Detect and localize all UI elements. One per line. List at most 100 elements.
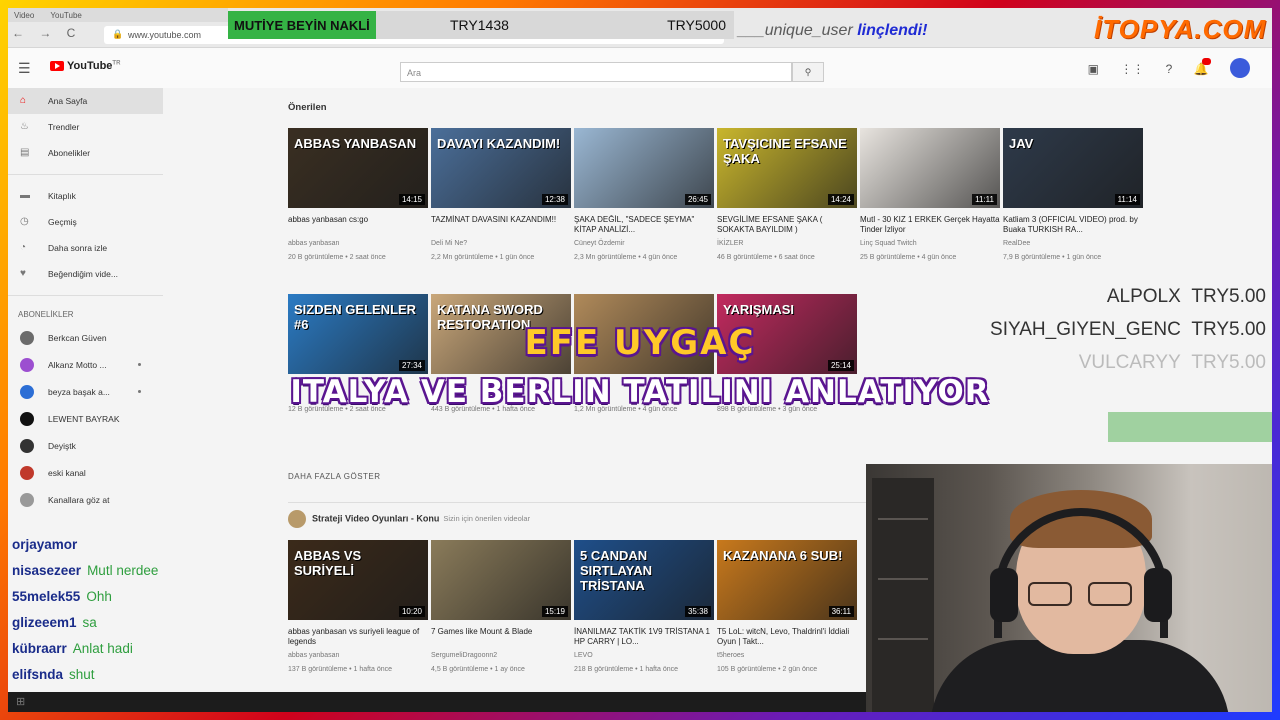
notification-badge bbox=[1202, 58, 1211, 65]
video-thumbnail[interactable]: ABBAS VS SURİYELİ 10:20 bbox=[288, 540, 428, 620]
video-meta: 7,9 B görüntüleme • 1 gün önce bbox=[1003, 254, 1102, 261]
video-channel[interactable]: Deli Mi Ne? bbox=[431, 239, 571, 249]
video-channel[interactable]: Linç Squad Twitch bbox=[860, 239, 1000, 249]
video-title[interactable]: T5 LoL: witcN, Levo, Thaldrinl'i İddiali… bbox=[717, 627, 857, 647]
ban-notice: ___unique_user linçlendi! bbox=[738, 22, 927, 40]
chat-message: kübraarr Anlat hadi bbox=[12, 636, 158, 662]
taskbar: ⊞ bbox=[8, 692, 866, 712]
video-title[interactable]: SEVGİLİME EFSANE ŞAKA ( SOKAKTA BAYILDIM… bbox=[717, 215, 857, 235]
thumbnail-caption: 5 CANDAN SIRTLAYAN TRİSTANA bbox=[580, 548, 653, 593]
help-icon[interactable]: ? bbox=[1166, 62, 1173, 76]
sidebar-item-subscriptions[interactable]: ▤ Abonelikler bbox=[8, 140, 163, 166]
donation-current: TRY1438 bbox=[450, 17, 509, 33]
logo-text: YouTube bbox=[67, 60, 113, 72]
section-title[interactable]: Strateji Video Oyunları - Konu bbox=[312, 513, 439, 523]
video-channel[interactable]: abbas yanbasan bbox=[288, 239, 428, 249]
thumbnail-caption: ABBAS YANBASAN bbox=[294, 136, 417, 151]
stream-banner: MUTİYE BEYİN NAKLİ bbox=[228, 11, 376, 39]
video-thumbnail[interactable]: 15:19 bbox=[431, 540, 571, 620]
thumbnail-caption: DAVAYI KAZANDIM! bbox=[437, 136, 561, 151]
video-card[interactable]: 5 CANDAN SIRTLAYAN TRİSTANA 35:38 İNANILMA… bbox=[574, 540, 714, 675]
avatar bbox=[20, 439, 34, 453]
search-input[interactable]: Ara bbox=[400, 62, 792, 82]
video-channel[interactable]: abbas yanbasan bbox=[288, 651, 428, 661]
sidebar-subscription[interactable]: LEWENT BAYRAK bbox=[8, 406, 163, 433]
sidebar-subscription[interactable]: Deyiştk bbox=[8, 433, 163, 460]
youtube-play-icon bbox=[50, 61, 64, 72]
video-channel[interactable]: SergumeliDragoonn2 bbox=[431, 651, 571, 661]
sidebar-item-label: Daha sonra izle bbox=[48, 243, 108, 253]
sidebar-item-label: Ana Sayfa bbox=[48, 96, 88, 106]
browser-tab[interactable]: Video bbox=[14, 11, 34, 20]
video-title[interactable]: ŞAKA DEĞİL, "SADECE ŞEYMA" KİTAP ANALİZİ… bbox=[574, 215, 714, 235]
thumbnail-caption: KAZANANA 6 SUB! bbox=[723, 548, 843, 563]
video-card[interactable]: JAV 11:14 Katliam 3 (OFFICIAL VIDEO) prod.… bbox=[1003, 128, 1143, 263]
sidebar-item-trending[interactable]: ♨ Trendler bbox=[8, 114, 163, 140]
avatar bbox=[288, 510, 306, 528]
thumbnail-caption: YARIŞMASI bbox=[723, 302, 795, 317]
sponsor-logo: İTOPYA.COM bbox=[1094, 14, 1267, 44]
video-card[interactable]: KAZANANA 6 SUB! 36:11 T5 LoL: witcN, Levo,… bbox=[717, 540, 857, 675]
video-channel[interactable]: Cüneyt Özdemir bbox=[574, 239, 714, 249]
avatar[interactable] bbox=[1230, 58, 1250, 78]
video-meta: 137 B görüntüleme • 1 hafta önce bbox=[288, 666, 393, 673]
menu-icon[interactable]: ☰ bbox=[18, 60, 31, 77]
video-card[interactable]: ABBAS YANBASAN 14:15 abbas yanbasan cs:go a… bbox=[288, 128, 428, 263]
video-duration: 11:14 bbox=[1114, 194, 1140, 205]
sidebar-item-label: Beğendiğim vide... bbox=[48, 269, 118, 279]
video-channel[interactable]: t5heroes bbox=[717, 651, 857, 661]
video-duration: 11:11 bbox=[972, 194, 997, 205]
video-duration: 36:11 bbox=[828, 606, 854, 617]
video-thumbnail[interactable]: 5 CANDAN SIRTLAYAN TRİSTANA 35:38 bbox=[574, 540, 714, 620]
show-more-button[interactable]: DAHA FAZLA GÖSTER bbox=[288, 472, 381, 481]
search-icon[interactable]: ⚲ bbox=[792, 62, 824, 82]
video-channel[interactable]: LEVO bbox=[574, 651, 714, 661]
donation-target: TRY5000 bbox=[667, 17, 726, 33]
sidebar-item-home[interactable]: ⌂ Ana Sayfa bbox=[8, 88, 163, 114]
new-content-dot bbox=[138, 363, 141, 366]
chat-user: orjayamor bbox=[12, 537, 78, 552]
windows-icon[interactable]: ⊞ bbox=[16, 696, 25, 708]
url-text: www.youtube.com bbox=[128, 30, 202, 40]
video-channel[interactable]: RealDee bbox=[1003, 239, 1143, 249]
video-icon[interactable]: ▣ bbox=[1088, 62, 1099, 76]
chat-overlay: orjayamor nisasezeer Mutl nerdee 55melek5… bbox=[12, 532, 158, 688]
browser-tab-strip[interactable]: Video YouTube bbox=[8, 8, 228, 22]
video-card[interactable]: DAVAYI KAZANDIM! 12:38 TAZMİNAT DAVASINI K… bbox=[431, 128, 571, 263]
video-card[interactable]: 15:19 7 Games like Mount & Blade Sergumeli… bbox=[431, 540, 571, 675]
sidebar-item-library[interactable]: ▬ Kitaplık bbox=[8, 183, 163, 209]
video-card[interactable]: 11:11 Mutl - 30 KIZ 1 ERKEK Gerçek Hayatt… bbox=[860, 128, 1000, 263]
sidebar-subscription[interactable]: eski kanal bbox=[8, 460, 163, 487]
video-title[interactable]: abbas yanbasan vs suriyeli league of leg… bbox=[288, 627, 428, 647]
video-card[interactable]: ABBAS VS SURİYELİ 10:20 abbas yanbasan vs … bbox=[288, 540, 428, 675]
video-title[interactable]: Katliam 3 (OFFICIAL VIDEO) prod. by Buak… bbox=[1003, 215, 1143, 235]
sidebar-item-liked[interactable]: ♥ Beğendiğim vide... bbox=[8, 261, 163, 287]
subscription-label: Kanallara göz at bbox=[48, 495, 110, 505]
video-title[interactable]: TAZMİNAT DAVASINI KAZANDIM!! bbox=[431, 215, 571, 235]
browser-tab[interactable]: YouTube bbox=[50, 11, 81, 20]
donation-goal: TRY1438 TRY5000 bbox=[376, 11, 734, 39]
video-thumbnail[interactable]: KAZANANA 6 SUB! 36:11 bbox=[717, 540, 857, 620]
video-title[interactable]: 7 Games like Mount & Blade bbox=[431, 627, 571, 647]
browser-nav-buttons[interactable]: ← → C bbox=[12, 26, 81, 40]
sidebar-browse-channels[interactable]: Kanallara göz at bbox=[8, 487, 163, 514]
video-title[interactable]: İNANILMAZ TAKTİK 1V9 TRİSTANA 1 HP CARRY… bbox=[574, 627, 714, 647]
video-channel[interactable]: İKİZLER bbox=[717, 239, 857, 249]
chat-text: sa bbox=[82, 615, 97, 630]
sidebar-item-watch-later[interactable]: ◔ Daha sonra izle bbox=[8, 235, 163, 261]
video-thumbnail[interactable]: DAVAYI KAZANDIM! 12:38 bbox=[431, 128, 571, 208]
apps-icon[interactable]: ⋮⋮ bbox=[1120, 62, 1144, 76]
video-thumbnail[interactable]: JAV 11:14 bbox=[1003, 128, 1143, 208]
video-duration: 12:38 bbox=[541, 194, 568, 205]
video-card[interactable]: TAVŞICINE EFSANE ŞAKA 14:24 SEVGİLİME EFSA… bbox=[717, 128, 857, 263]
youtube-logo[interactable]: YouTubeTR bbox=[50, 60, 120, 72]
video-thumbnail[interactable]: 11:11 bbox=[860, 128, 1000, 208]
video-thumbnail[interactable]: ABBAS YANBASAN 14:15 bbox=[288, 128, 428, 208]
video-card[interactable]: 26:45 ŞAKA DEĞİL, "SADECE ŞEYMA" KİTAP AN… bbox=[574, 128, 714, 263]
chat-message: elifsnda shut bbox=[12, 662, 158, 688]
video-thumbnail[interactable]: TAVŞICINE EFSANE ŞAKA 14:24 bbox=[717, 128, 857, 208]
video-title[interactable]: Mutl - 30 KIZ 1 ERKEK Gerçek Hayatta Tin… bbox=[860, 215, 1000, 235]
video-title[interactable]: abbas yanbasan cs:go bbox=[288, 215, 428, 235]
sidebar-item-history[interactable]: ◷ Geçmiş bbox=[8, 209, 163, 235]
video-thumbnail[interactable]: 26:45 bbox=[574, 128, 714, 208]
